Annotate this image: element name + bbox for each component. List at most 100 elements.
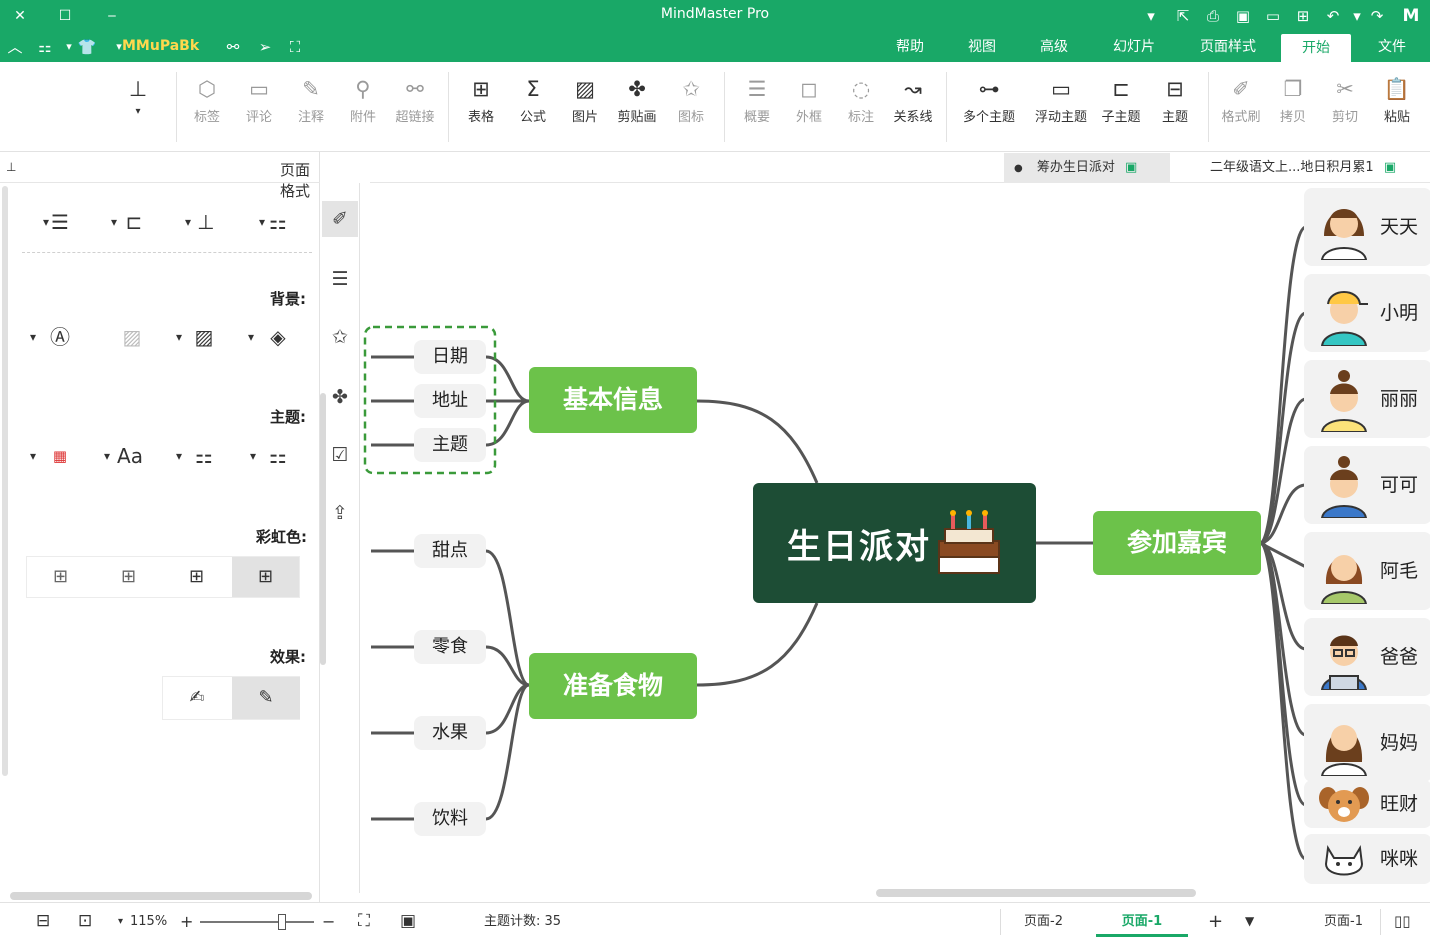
guest-item[interactable]: 爸爸 [1304,618,1430,696]
note-button[interactable]: ✎ 注释 [288,74,334,138]
export-icon[interactable]: ⇱ [1172,5,1194,27]
outline-icon[interactable]: ☰ [322,261,358,297]
formula-button[interactable]: Σ 公式 [510,74,556,138]
open-icon[interactable]: ▭ [1262,5,1284,27]
guest-item[interactable]: 妈妈 [1304,704,1430,782]
tab-page-style[interactable]: 页面样式 [1184,32,1272,62]
cut-button[interactable]: ✂ 剪切 [1322,74,1368,138]
theme-style-icon[interactable]: ⚏ [186,442,222,470]
add-page-icon[interactable]: + [1208,903,1223,939]
mindmap-canvas[interactable]: 生日派对 基本信息 准备食物 参加嘉宾 日期 地址 主题 甜点 零食 水果 饮料… [361,183,1430,897]
normal-effect-icon[interactable]: ✎ [232,677,300,719]
brand-label[interactable]: MMuPaBk [122,38,199,54]
branch-food[interactable]: 准备食物 [529,653,697,719]
central-topic[interactable]: 生日派对 [753,483,1036,603]
relationship-button[interactable]: ↝ 关系线 [890,74,936,138]
zoom-out-icon[interactable]: − [322,903,335,939]
rainbow-option-selected-icon[interactable]: ⊞ [232,557,299,597]
subtopic[interactable]: 日期 [414,340,486,374]
clipart-icon[interactable]: ✤ [322,379,358,415]
collapse-panel-icon[interactable]: ⊟ [36,903,50,939]
new-icon[interactable]: ⊞ [1292,5,1314,27]
save-icon[interactable]: ▣ [1232,5,1254,27]
doc-tab[interactable]: 二年级语文上...地日积月累1 ▣ [1200,153,1406,183]
branch-basic-info[interactable]: 基本信息 [529,367,697,433]
dropdown-icon[interactable]: ▾ [24,442,42,470]
page-tab-active[interactable]: 页面-1 [1096,903,1188,937]
apps-icon[interactable]: ⚏ [34,36,56,58]
zoom-slider-thumb[interactable] [278,914,286,930]
picture-button[interactable]: ▨ 图片 [562,74,608,138]
subtopic[interactable]: 零食 [414,630,486,664]
hand-drawn-icon[interactable]: ✍ [163,677,231,719]
canvas-horizontal-scrollbar[interactable] [876,889,1196,897]
tab-file[interactable]: 文件 [1362,32,1422,62]
subtopic[interactable]: 饮料 [414,802,486,836]
topic-button[interactable]: ⊟ 主题 [1152,74,1198,138]
guest-item[interactable]: 小明 [1304,274,1430,352]
tab-advanced[interactable]: 高级 [1024,32,1084,62]
subtopic[interactable]: 甜点 [414,534,486,568]
layout-grid-icon[interactable]: ⚏ [260,208,296,236]
collapse-ribbon-icon[interactable]: ︿ [4,36,26,58]
summary-button[interactable]: ☰ 概要 [734,74,780,138]
subtopic[interactable]: 地址 [414,384,486,418]
structure-icon[interactable]: ⊥ [188,208,224,236]
panel-scrollbar[interactable] [2,186,8,776]
print-icon[interactable]: ⎙ [1202,5,1224,27]
subtopic[interactable]: 主题 [414,428,486,462]
dropdown-icon[interactable]: ▾ [242,323,260,351]
icon-button[interactable]: ✩ 图标 [668,74,714,138]
page-list-dropdown-icon[interactable]: ▼ [1245,903,1254,939]
vertical-scrollbar[interactable] [320,393,326,665]
paste-button[interactable]: 📋 粘贴 [1374,74,1420,138]
shirt-icon[interactable]: 👕 [76,36,98,58]
numbering-icon[interactable]: ☰ [42,208,78,236]
multiple-topics-button[interactable]: ⊶ 多个主题 [960,74,1018,138]
fullscreen-icon[interactable]: ⛶ [284,36,306,58]
theme-font-button[interactable]: Aa [112,442,148,470]
tab-close-icon[interactable]: ● [1014,163,1023,174]
floating-topic-button[interactable]: ▭ 浮动主题 [1032,74,1090,138]
subtopic-button[interactable]: ⊏ 子主题 [1098,74,1144,138]
connector-icon[interactable]: ⊏ [116,208,152,236]
task-icon[interactable]: ☑ [322,437,358,473]
callout-button[interactable]: ◌ 标注 [838,74,884,138]
dropdown-icon[interactable]: ▾ [24,323,42,351]
zoom-in-icon[interactable]: + [180,903,193,939]
redo-icon[interactable]: ↷ [1366,5,1388,27]
undo-icon[interactable]: ↶ [1322,5,1344,27]
text-box-icon[interactable]: Ⓐ [42,323,78,351]
guest-item[interactable]: 丽丽 [1304,360,1430,438]
page-panel-icon[interactable]: ▯▯ [1394,903,1411,939]
tab-view[interactable]: 视图 [952,32,1012,62]
rainbow-option-icon[interactable]: ⊞ [27,557,94,597]
tab-help[interactable]: 帮助 [880,32,940,62]
dropdown-icon[interactable]: ▾ [1140,5,1162,27]
background-image-icon[interactable]: ▨ [186,323,222,351]
subtopic[interactable]: 水果 [414,716,486,750]
pin-icon[interactable]: ⊥ [6,160,16,174]
guest-item[interactable]: 阿毛 [1304,532,1430,610]
comment-button[interactable]: ▭ 评论 [236,74,282,138]
clipart-button[interactable]: ✤ 剪贴画 [614,74,660,138]
page-tab-2[interactable]: 页面-2 [1024,903,1063,939]
branch-guests[interactable]: 参加嘉宾 [1093,511,1261,575]
copy-button[interactable]: ❐ 拷贝 [1270,74,1316,138]
guest-item[interactable]: 可可 [1304,446,1430,524]
upload-icon[interactable]: ⇪ [322,495,358,531]
tab-home[interactable]: 开始 [1281,34,1351,62]
format-painter-button[interactable]: ✐ 格式刷 [1218,74,1264,138]
page-format-icon[interactable]: ✐ [322,201,358,237]
fill-bucket-icon[interactable]: ◈ [260,323,296,351]
undo-dropdown-icon[interactable]: ▾ [1346,5,1368,27]
icon-library-icon[interactable]: ✩ [322,319,358,355]
theme-grid-icon[interactable]: ⚏ [260,442,296,470]
color-palette-icon[interactable]: ▦ [42,442,78,470]
panel-horizontal-scrollbar[interactable] [10,892,312,900]
tab-slides[interactable]: 幻灯片 [1098,32,1170,62]
fit-page-icon[interactable]: ⊡ [78,903,92,939]
send-icon[interactable]: ➢ [254,36,276,58]
zoom-slider-track[interactable] [200,921,314,923]
zoom-dropdown-icon[interactable]: ▾ [118,903,123,939]
